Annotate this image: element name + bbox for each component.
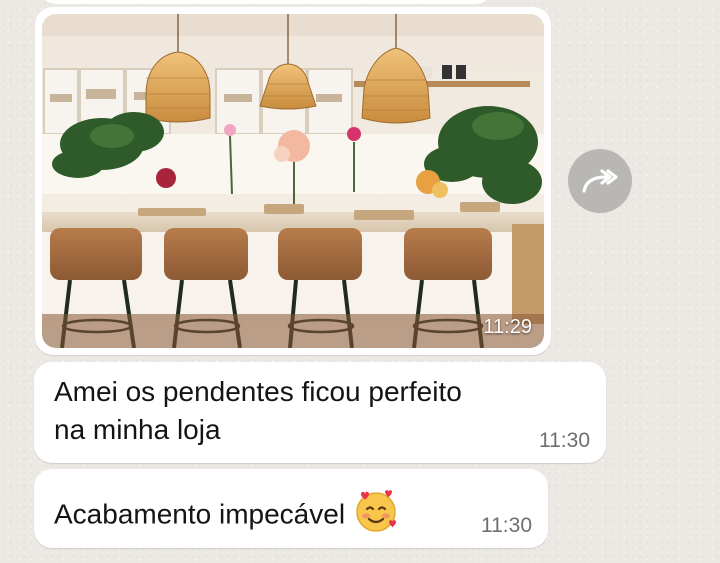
- smiling-face-with-hearts-icon: [353, 488, 399, 544]
- image-message-bubble[interactable]: 11:29: [35, 7, 551, 355]
- image-timestamp: 11:29: [483, 316, 532, 338]
- message-timestamp: 11:30: [481, 514, 532, 537]
- forward-arrow-icon: [582, 169, 618, 193]
- message-text-line: Amei os pendentes ficou perfeito: [54, 376, 462, 407]
- text-message-bubble[interactable]: Amei os pendentes ficou perfeito na minh…: [34, 362, 606, 463]
- text-message-bubble[interactable]: Acabamento impecável 11:30: [34, 469, 548, 548]
- message-text: Acabamento impecável: [54, 488, 399, 544]
- kitchen-photo-graphic: [42, 14, 544, 348]
- message-text-line: na minha loja: [54, 414, 221, 445]
- message-text: Amei os pendentes ficou perfeito na minh…: [54, 373, 554, 449]
- previous-message-bubble: [40, 0, 492, 4]
- kitchen-photo[interactable]: 11:29: [42, 14, 544, 348]
- message-timestamp: 11:30: [539, 429, 590, 452]
- message-text-content: Acabamento impecável: [54, 498, 346, 530]
- forward-button[interactable]: [568, 149, 632, 213]
